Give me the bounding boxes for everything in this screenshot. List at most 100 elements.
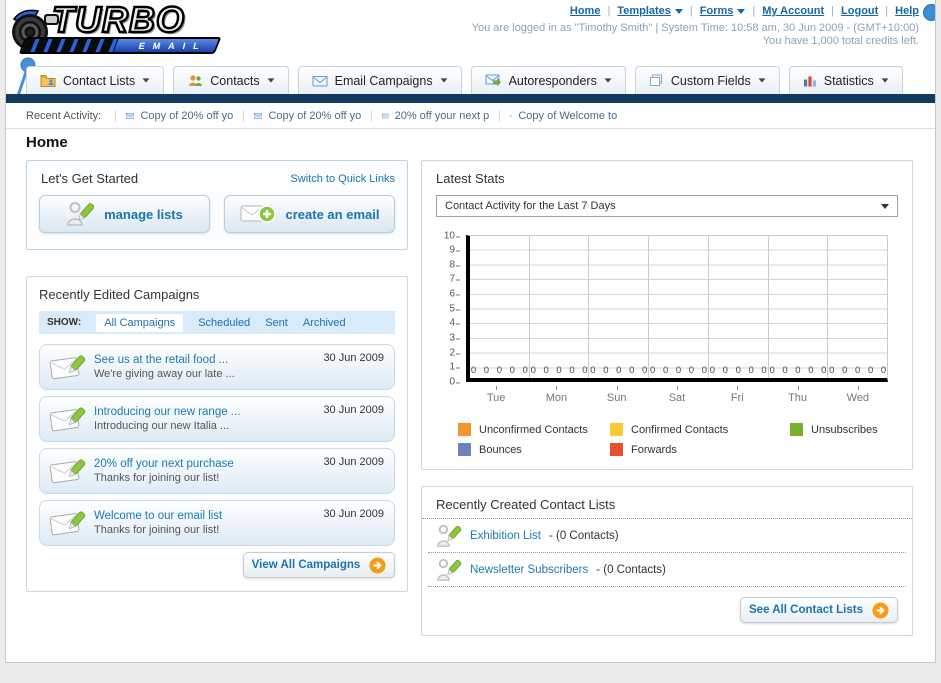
campaign-row: 20% off your next purchase Thanks for joi… <box>39 448 395 494</box>
main-content-card: TURBO EMAIL Home Templates Forms My Acco… <box>5 0 936 663</box>
logo-email-bar: EMAIL <box>18 37 222 54</box>
help-bubble-icon[interactable] <box>923 4 935 21</box>
chart-day-column: 0 0 0 0 0 <box>649 236 709 378</box>
envelope-pencil-icon <box>49 459 86 484</box>
chart-day-column: 0 0 0 0 0 <box>589 236 650 378</box>
dropdown-arrow-icon <box>142 78 150 83</box>
nav-tab-contacts[interactable]: Contacts <box>173 66 289 94</box>
turbo-email-logo[interactable]: TURBO EMAIL <box>8 0 240 59</box>
header-link-forms[interactable]: Forms <box>700 5 746 17</box>
contact-list-count: - (0 Contacts) <box>596 563 666 576</box>
view-all-campaigns-button[interactable]: View All Campaigns <box>243 552 395 578</box>
people-icon <box>189 75 203 86</box>
envelope-icon <box>312 75 328 86</box>
switch-quick-links[interactable]: Switch to Quick Links <box>290 173 395 185</box>
header-link-templates[interactable]: Templates <box>617 5 683 17</box>
chart-day-column: 0 0 0 0 0 <box>709 236 769 378</box>
help-bubble-clip <box>923 4 935 21</box>
header-link-help[interactable]: Help <box>895 5 919 17</box>
person-pencil-icon <box>437 524 462 547</box>
see-all-contact-lists-button[interactable]: See All Contact Lists <box>740 597 898 623</box>
tab-archived[interactable]: Archived <box>303 317 346 329</box>
chart-values: 0 0 0 0 0 <box>769 365 827 376</box>
create-email-button[interactable]: create an email <box>224 195 395 233</box>
dropdown-arrow-icon <box>881 203 889 209</box>
legend-item: Forwards <box>610 443 790 456</box>
chart-legend: Unconfirmed Contacts Confirmed Contacts … <box>458 423 940 456</box>
campaign-row: Introducing our new range ... Introducing… <box>39 396 395 442</box>
x-tick-label: Sat <box>647 386 707 404</box>
x-tick-label: Sun <box>587 386 647 404</box>
recent-activity-bar: Recent Activity: Copy of 20% off yo Copy… <box>6 103 935 129</box>
get-started-title: Let's Get Started <box>41 171 139 186</box>
campaign-date: 30 Jun 2009 <box>323 352 384 364</box>
nav-tab-autoresponders[interactable]: Autoresponders <box>470 66 626 94</box>
x-tick-label: Fri <box>707 386 767 404</box>
chart-plot-area: 0 0 0 0 0 0 0 0 0 0 0 0 0 0 0 0 0 0 0 0 … <box>466 235 888 382</box>
x-tick-label: Thu <box>767 386 827 404</box>
campaign-date: 30 Jun 2009 <box>323 456 384 468</box>
logo-stripes <box>21 39 119 52</box>
legend-swatch <box>458 423 471 436</box>
dropdown-arrow-icon <box>758 78 766 83</box>
contact-list-link[interactable]: Newsletter Subscribers <box>470 564 588 576</box>
legend-swatch <box>610 443 623 456</box>
envelope-pencil-icon <box>49 355 86 380</box>
tab-scheduled[interactable]: Scheduled <box>198 317 250 329</box>
chart-values: 0 0 0 0 0 <box>650 365 707 376</box>
chart-day-column: 0 0 0 0 0 <box>530 236 590 378</box>
contact-list-item: Exhibition List - (0 Contacts) <box>428 519 906 553</box>
envelope-icon <box>126 112 135 119</box>
nav-tab-email-campaigns[interactable]: Email Campaigns <box>297 66 462 94</box>
campaigns-panel: Recently Edited Campaigns SHOW: All Camp… <box>26 276 408 592</box>
header-link-logout[interactable]: Logout <box>841 5 878 17</box>
page-title: Home <box>26 134 68 151</box>
envelope-pencil-icon <box>49 407 86 432</box>
recent-activity-item[interactable]: Copy of 20% off yo <box>115 109 243 122</box>
dropdown-arrow-icon <box>881 78 889 83</box>
campaign-title-link[interactable]: Introducing our new range ... <box>94 406 240 418</box>
pages-icon <box>649 74 662 86</box>
recent-activity-item[interactable]: Copy of Welcome to <box>499 109 627 122</box>
legend-swatch <box>610 423 623 436</box>
contact-list-item: Newsletter Subscribers - (0 Contacts) <box>428 553 906 587</box>
dropdown-arrow-icon <box>674 8 683 14</box>
x-tick-label: Wed <box>828 386 888 404</box>
contact-activity-chart: 10 9 8 7 6 5 4 3 2 1 0 0 0 0 0 0 0 0 0 0… <box>443 230 898 405</box>
dropdown-arrow-icon <box>267 78 275 83</box>
manage-lists-button[interactable]: manage lists <box>39 195 210 233</box>
navy-divider-bar <box>6 94 935 103</box>
envelope-icon <box>382 113 389 118</box>
person-pencil-icon <box>437 558 462 581</box>
contact-list-link[interactable]: Exhibition List <box>470 530 541 542</box>
recent-activity-item[interactable]: Copy of 20% off yo <box>243 109 371 122</box>
chart-y-axis: 10 9 8 7 6 5 4 3 2 1 0 <box>443 230 461 388</box>
arrow-circle-icon <box>369 556 386 574</box>
campaign-subtitle: Thanks for joining our list! <box>94 524 220 536</box>
get-started-panel: Let's Get Started Switch to Quick Links … <box>26 160 408 250</box>
legend-swatch <box>790 423 803 436</box>
nav-tab-statistics[interactable]: Statistics <box>788 66 903 94</box>
campaign-title-link[interactable]: Welcome to our email list <box>94 510 222 522</box>
campaign-title-link[interactable]: See us at the retail food ... <box>94 354 235 366</box>
arrow-circle-icon <box>872 601 889 619</box>
chart-values: 0 0 0 0 0 <box>829 365 887 376</box>
stats-range-select[interactable]: Contact Activity for the Last 7 Days <box>436 195 898 217</box>
chart-x-axis: Tue Mon Sun Sat Fri Thu Wed <box>466 386 888 404</box>
chart-values: 0 0 0 0 0 <box>590 365 648 376</box>
campaign-row: Welcome to our email list Thanks for join… <box>39 500 395 546</box>
nav-tab-contact-lists[interactable]: Contact Lists <box>26 66 165 94</box>
campaign-title-link[interactable]: 20% off your next purchase <box>94 458 234 470</box>
legend-item: Unconfirmed Contacts <box>458 423 610 436</box>
legend-swatch <box>458 443 471 456</box>
header-link-my-account[interactable]: My Account <box>762 5 824 17</box>
nav-tab-custom-fields[interactable]: Custom Fields <box>634 66 780 94</box>
dropdown-arrow-icon <box>440 78 447 83</box>
dropdown-arrow-icon <box>604 78 612 83</box>
recent-activity-item[interactable]: 20% off your next p <box>371 109 499 122</box>
header-link-home[interactable]: Home <box>570 5 601 17</box>
x-tick-label: Mon <box>526 386 586 404</box>
tab-sent[interactable]: Sent <box>265 317 288 329</box>
tab-all-campaigns[interactable]: All Campaigns <box>96 313 184 332</box>
envelope-plus-icon <box>240 205 276 223</box>
